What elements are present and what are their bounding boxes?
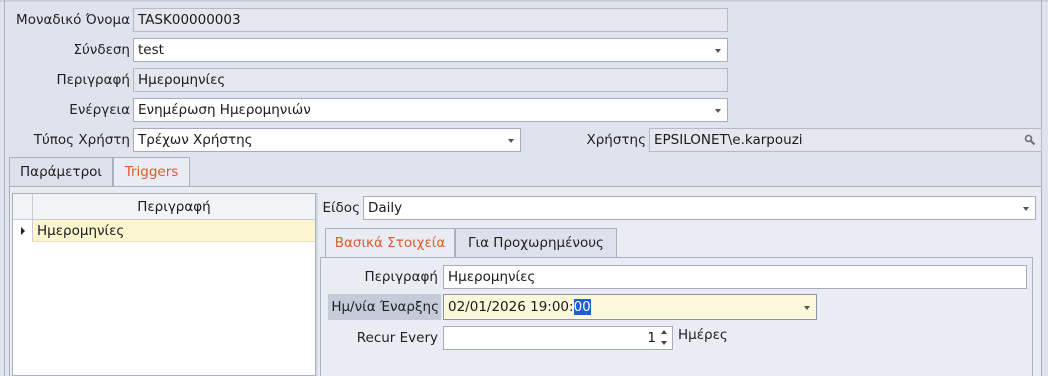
recur-unit-label: Ημέρες xyxy=(678,327,728,343)
description-field: Ημερομηνίες xyxy=(133,68,728,92)
chevron-down-icon[interactable] xyxy=(804,306,810,310)
subtab-advanced-label: Για Προχωρημένους xyxy=(468,235,604,251)
description-value: Ημερομηνίες xyxy=(138,72,226,88)
spin-up-icon[interactable] xyxy=(661,330,667,334)
connection-dropdown[interactable]: test xyxy=(133,38,728,62)
subtab-basic[interactable]: Βασικά Στοιχεία xyxy=(325,228,455,258)
connection-label: Σύνδεση xyxy=(73,42,130,58)
unique-name-value: TASK00000003 xyxy=(138,12,241,28)
user-value: EPSILONET\e.karpouzi xyxy=(654,132,803,148)
spin-down-icon[interactable] xyxy=(661,341,667,345)
start-date-input[interactable]: 02/01/2026 19:00:00 xyxy=(443,294,817,320)
recur-label: Recur Every xyxy=(356,330,438,346)
triggers-grid: Περιγραφή Ημερομηνίες xyxy=(12,193,316,376)
trigger-description-label: Περιγραφή xyxy=(364,269,438,285)
grid-indicator-header xyxy=(13,194,33,220)
search-icon[interactable] xyxy=(1024,134,1036,146)
chevron-down-icon[interactable] xyxy=(715,109,721,113)
grid-column-description[interactable]: Περιγραφή xyxy=(33,194,315,220)
unique-name-field: TASK00000003 xyxy=(133,8,728,32)
trigger-description-input[interactable]: Ημερομηνίες xyxy=(443,265,1027,289)
tab-triggers[interactable]: Triggers xyxy=(113,157,190,187)
unique-name-label: Μοναδικό Όνομα xyxy=(16,12,130,28)
start-date-label: Ημ/νία Έναρξης xyxy=(328,294,441,320)
user-type-dropdown[interactable]: Τρέχων Χρήστης xyxy=(133,128,521,152)
recur-value: 1 xyxy=(647,330,656,346)
action-label: Ενέργεια xyxy=(69,102,130,118)
row-pointer-icon xyxy=(21,227,25,235)
description-label: Περιγραφή xyxy=(56,72,130,88)
start-date-value: 02/01/2026 19:00: xyxy=(448,299,574,315)
trigger-kind-value: Daily xyxy=(368,200,403,216)
tab-parameters[interactable]: Παράμετροι xyxy=(9,157,113,187)
panel-splitter[interactable] xyxy=(316,193,318,376)
table-row[interactable]: Ημερομηνίες xyxy=(13,220,315,242)
user-type-label: Τύπος Χρήστη xyxy=(33,132,130,148)
user-label: Χρήστης xyxy=(586,132,646,148)
trigger-description-value: Ημερομηνίες xyxy=(448,269,536,285)
subtab-advanced[interactable]: Για Προχωρημένους xyxy=(455,228,617,258)
recur-spin-input[interactable]: 1 xyxy=(443,326,673,350)
chevron-down-icon[interactable] xyxy=(715,49,721,53)
connection-value: test xyxy=(138,42,164,58)
trigger-kind-dropdown[interactable]: Daily xyxy=(363,196,1036,220)
tab-parameters-label: Παράμετροι xyxy=(20,164,102,180)
table-cell-description[interactable]: Ημερομηνίες xyxy=(33,220,315,242)
start-date-selected-text: 00 xyxy=(573,299,591,315)
trigger-kind-label: Είδος xyxy=(322,200,360,216)
user-field[interactable]: EPSILONET\e.karpouzi xyxy=(649,128,1042,152)
recur-spin-buttons[interactable] xyxy=(660,328,670,348)
user-type-value: Τρέχων Χρήστης xyxy=(138,132,253,148)
subtab-basic-label: Βασικά Στοιχεία xyxy=(334,235,446,251)
chevron-down-icon[interactable] xyxy=(1023,207,1029,211)
action-value: Ενημέρωση Ημερομηνιών xyxy=(138,102,311,118)
grid-header: Περιγραφή xyxy=(13,194,315,220)
tab-triggers-label: Triggers xyxy=(124,164,179,180)
row-indicator xyxy=(13,220,33,242)
action-dropdown[interactable]: Ενημέρωση Ημερομηνιών xyxy=(133,98,728,122)
chevron-down-icon[interactable] xyxy=(508,139,514,143)
